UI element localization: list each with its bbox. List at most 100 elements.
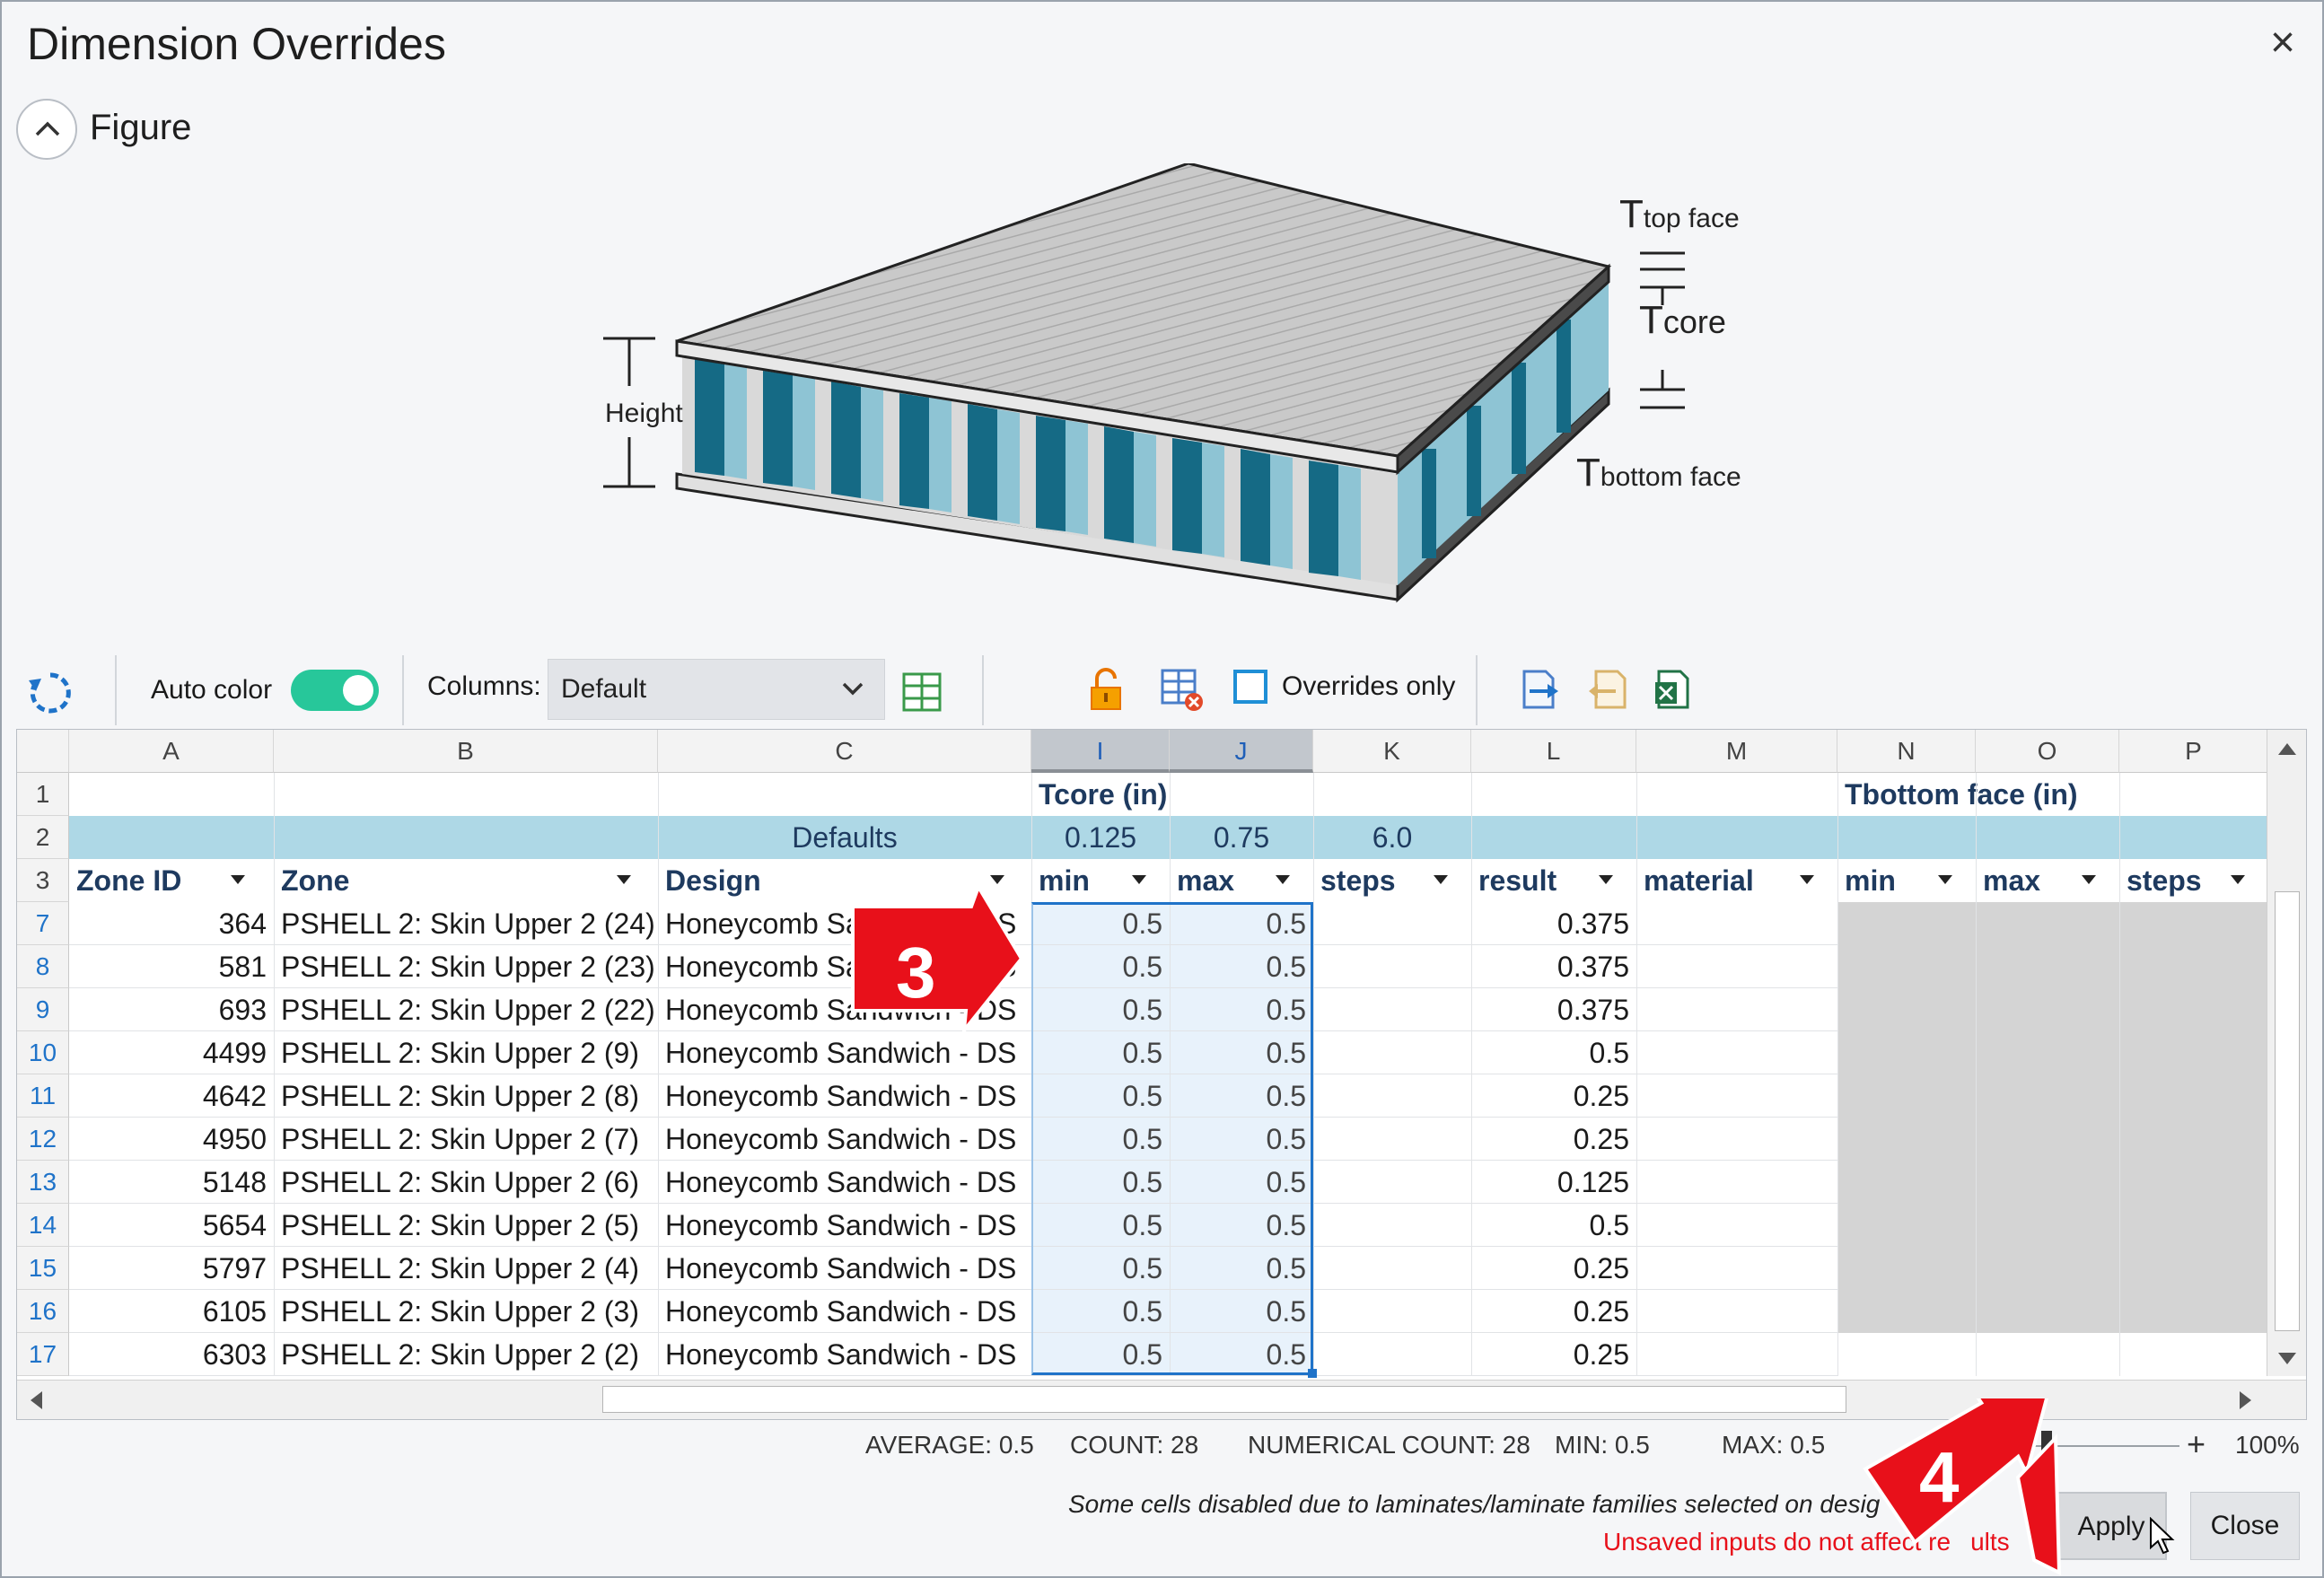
default-tcore-max[interactable]: 0.75 — [1170, 816, 1313, 859]
zone-id-cell[interactable]: 5797 — [69, 1247, 274, 1290]
excel-icon[interactable] — [1653, 668, 1693, 711]
design-cell[interactable]: Honeycomb Sandwich - DS — [658, 1161, 1031, 1204]
filter-dropdown-icon[interactable] — [1132, 875, 1146, 884]
design-cell[interactable]: Honeycomb Sandwich - DS — [658, 1204, 1031, 1247]
zone-cell[interactable]: PSHELL 2: Skin Upper 2 (2) — [274, 1333, 658, 1376]
column-header-c[interactable]: C — [658, 730, 1031, 773]
zone-cell[interactable]: PSHELL 2: Skin Upper 2 (9) — [274, 1031, 658, 1074]
column-chooser-icon[interactable] — [901, 671, 943, 713]
tcore-min-cell[interactable]: 0.5 — [1031, 1290, 1170, 1333]
grid-corner[interactable] — [17, 730, 69, 773]
tcore-max-cell[interactable]: 0.5 — [1170, 1161, 1313, 1204]
overrides-grid[interactable]: A B C I J K L M N O P 1 2 3 Tcore (in) T… — [16, 729, 2307, 1420]
zone-cell[interactable]: PSHELL 2: Skin Upper 2 (22) — [274, 988, 658, 1031]
tcore-max-cell[interactable]: 0.5 — [1170, 1031, 1313, 1074]
zone-cell[interactable]: PSHELL 2: Skin Upper 2 (24) — [274, 902, 658, 945]
zone-id-cell[interactable]: 6303 — [69, 1333, 274, 1376]
field-header-tbottom-min[interactable]: min — [1837, 859, 1976, 902]
tcore-min-cell[interactable]: 0.5 — [1031, 1247, 1170, 1290]
columns-select[interactable]: Default — [548, 659, 885, 720]
row-header[interactable]: 9 — [17, 988, 69, 1031]
tcore-max-cell[interactable]: 0.5 — [1170, 945, 1313, 988]
zone-cell[interactable]: PSHELL 2: Skin Upper 2 (8) — [274, 1074, 658, 1118]
tcore-max-cell[interactable]: 0.5 — [1170, 1333, 1313, 1376]
figure-collapse-button[interactable] — [16, 99, 77, 160]
tcore-min-cell[interactable]: 0.5 — [1031, 945, 1170, 988]
column-header-n[interactable]: N — [1837, 730, 1976, 773]
default-tcore-steps[interactable]: 6.0 — [1313, 816, 1471, 859]
tcore-min-cell[interactable]: 0.5 — [1031, 1031, 1170, 1074]
column-header-b[interactable]: B — [274, 730, 658, 773]
tcore-min-cell[interactable]: 0.5 — [1031, 1333, 1170, 1376]
row-header[interactable]: 3 — [17, 859, 69, 902]
unlock-icon[interactable] — [1088, 668, 1124, 711]
column-header-o[interactable]: O — [1976, 730, 2119, 773]
row-header[interactable]: 15 — [17, 1247, 69, 1290]
column-header-k[interactable]: K — [1313, 730, 1471, 773]
close-button[interactable]: Close — [2190, 1492, 2300, 1560]
zone-cell[interactable]: PSHELL 2: Skin Upper 2 (23) — [274, 945, 658, 988]
column-header-p[interactable]: P — [2119, 730, 2268, 773]
zone-cell[interactable]: PSHELL 2: Skin Upper 2 (6) — [274, 1161, 658, 1204]
zone-cell[interactable]: PSHELL 2: Skin Upper 2 (5) — [274, 1204, 658, 1247]
zone-cell[interactable]: PSHELL 2: Skin Upper 2 (7) — [274, 1118, 658, 1161]
tcore-max-cell[interactable]: 0.5 — [1170, 1247, 1313, 1290]
vertical-scroll-thumb[interactable] — [2275, 891, 2300, 1331]
scroll-up-icon[interactable] — [2275, 737, 2300, 762]
filter-dropdown-icon[interactable] — [1276, 875, 1290, 884]
filter-dropdown-icon[interactable] — [1599, 875, 1613, 884]
field-header-zone[interactable]: Zone — [274, 859, 658, 902]
overrides-only-checkbox[interactable] — [1233, 670, 1267, 704]
tcore-max-cell[interactable]: 0.5 — [1170, 1118, 1313, 1161]
zoom-in-icon[interactable]: + — [2187, 1425, 2206, 1463]
tcore-min-cell[interactable]: 0.5 — [1031, 902, 1170, 945]
row-header[interactable]: 8 — [17, 945, 69, 988]
scroll-down-icon[interactable] — [2275, 1346, 2300, 1371]
row-header[interactable]: 10 — [17, 1031, 69, 1074]
tcore-min-cell[interactable]: 0.5 — [1031, 1118, 1170, 1161]
tcore-min-cell[interactable]: 0.5 — [1031, 1074, 1170, 1118]
filter-dropdown-icon[interactable] — [231, 875, 245, 884]
zone-id-cell[interactable]: 581 — [69, 945, 274, 988]
auto-color-toggle[interactable] — [291, 670, 379, 711]
zone-id-cell[interactable]: 5654 — [69, 1204, 274, 1247]
zone-cell[interactable]: PSHELL 2: Skin Upper 2 (4) — [274, 1247, 658, 1290]
design-cell[interactable]: Honeycomb Sandwich - DS — [658, 1290, 1031, 1333]
zone-id-cell[interactable]: 5148 — [69, 1161, 274, 1204]
scroll-left-icon[interactable] — [24, 1388, 49, 1413]
tcore-min-cell[interactable]: 0.5 — [1031, 1161, 1170, 1204]
row-header[interactable]: 11 — [17, 1074, 69, 1118]
close-icon[interactable]: × — [2270, 22, 2295, 65]
tcore-min-cell[interactable]: 0.5 — [1031, 988, 1170, 1031]
design-cell[interactable]: Honeycomb Sandwich - DS — [658, 1333, 1031, 1376]
row-header[interactable]: 7 — [17, 902, 69, 945]
column-header-j[interactable]: J — [1170, 730, 1313, 773]
tcore-max-cell[interactable]: 0.5 — [1170, 1074, 1313, 1118]
tcore-max-cell[interactable]: 0.5 — [1170, 988, 1313, 1031]
tcore-max-cell[interactable]: 0.5 — [1170, 1204, 1313, 1247]
tcore-min-cell[interactable]: 0.5 — [1031, 1204, 1170, 1247]
field-header-tcore-max[interactable]: max — [1170, 859, 1313, 902]
column-header-l[interactable]: L — [1471, 730, 1636, 773]
row-header[interactable]: 12 — [17, 1118, 69, 1161]
zone-id-cell[interactable]: 6105 — [69, 1290, 274, 1333]
filter-dropdown-icon[interactable] — [2231, 875, 2245, 884]
design-cell[interactable]: Honeycomb Sandwich - DS — [658, 1074, 1031, 1118]
row-header[interactable]: 14 — [17, 1204, 69, 1247]
clear-table-icon[interactable] — [1160, 668, 1205, 713]
zone-id-cell[interactable]: 364 — [69, 902, 274, 945]
zone-id-cell[interactable]: 4642 — [69, 1074, 274, 1118]
column-header-i[interactable]: I — [1031, 730, 1170, 773]
fill-handle[interactable] — [1308, 1369, 1317, 1378]
tcore-max-cell[interactable]: 0.5 — [1170, 1290, 1313, 1333]
filter-dropdown-icon[interactable] — [2082, 875, 2096, 884]
column-header-a[interactable]: A — [69, 730, 274, 773]
field-header-tbottom-steps[interactable]: steps — [2119, 859, 2268, 902]
row-header[interactable]: 17 — [17, 1333, 69, 1376]
vertical-scrollbar[interactable] — [2267, 730, 2306, 1376]
tcore-max-cell[interactable]: 0.5 — [1170, 902, 1313, 945]
zone-cell[interactable]: PSHELL 2: Skin Upper 2 (3) — [274, 1290, 658, 1333]
export-icon[interactable] — [1519, 668, 1560, 711]
filter-dropdown-icon[interactable] — [617, 875, 631, 884]
zone-id-cell[interactable]: 4499 — [69, 1031, 274, 1074]
